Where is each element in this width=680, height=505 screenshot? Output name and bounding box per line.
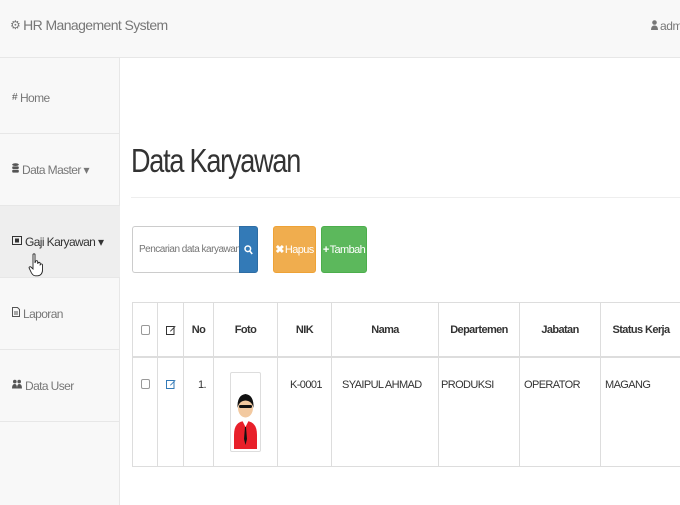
row-jabatan: OPERATOR [520, 358, 601, 466]
sidebar-item-data-user[interactable]: Data User [0, 350, 120, 422]
table-row: 1. K-0001 SYAIPUL AHMAD PRODUKSI OPERATO… [133, 358, 680, 466]
column-header-status-kerja: Status Kerja [612, 323, 671, 336]
app-title: HR Management System [23, 17, 168, 33]
row-status-kerja: MAGANG [605, 379, 651, 391]
edit-column-header [158, 303, 184, 356]
row-checkbox[interactable] [141, 379, 150, 389]
add-button[interactable]: + Tambah [321, 226, 367, 273]
row-nama: SYAIPUL AHMAD [332, 358, 439, 466]
row-photo-cell [214, 358, 278, 466]
hand-cursor-icon [28, 253, 43, 277]
users-icon [12, 379, 22, 392]
select-all-cell [133, 303, 158, 356]
plus-icon: + [322, 243, 329, 256]
select-all-checkbox[interactable] [140, 324, 150, 335]
employee-photo[interactable] [230, 372, 261, 452]
search-group [132, 226, 258, 273]
sidebar: # Home Data Master ▾ Gaji Karyawan ▾ Lap… [0, 58, 120, 505]
file-icon [12, 307, 20, 320]
avatar-icon [233, 375, 258, 449]
sidebar-item-label: Data Master ▾ [22, 162, 90, 177]
sidebar-item-label: Laporan [23, 306, 63, 321]
money-icon [12, 235, 22, 248]
row-edit-cell [158, 358, 184, 466]
close-icon: ✖ [275, 244, 284, 256]
cogs-icon: ⚙ [10, 18, 21, 32]
top-navbar: ⚙ HR Management System admin [0, 0, 680, 58]
column-header-nama: Nama [332, 303, 439, 356]
title-divider [131, 197, 680, 198]
search-icon [244, 244, 253, 254]
sidebar-item-label: Home [19, 90, 50, 105]
user-icon [651, 19, 658, 33]
employee-table: No Foto NIK Nama Departemen Jabatan Stat… [132, 302, 680, 467]
column-header-jabatan: Jabatan [520, 303, 601, 356]
sidebar-item-gaji-karyawan[interactable]: Gaji Karyawan ▾ [0, 206, 120, 278]
column-header-foto: Foto [214, 303, 278, 356]
database-icon [12, 163, 19, 176]
page-title: Data Karyawan [131, 142, 301, 179]
add-button-label: Tambah [329, 243, 366, 256]
sidebar-item-label: Gaji Karyawan ▾ [25, 234, 104, 249]
column-header-nik: NIK [278, 303, 332, 356]
search-button[interactable] [239, 226, 258, 273]
user-name: admin [660, 19, 680, 33]
edit-icon[interactable] [166, 379, 176, 389]
row-departemen: PRODUKSI [439, 358, 520, 466]
delete-button-label: Hapus [284, 243, 314, 256]
row-select-cell [133, 358, 158, 466]
user-menu[interactable]: admin [651, 19, 680, 33]
home-icon: # [12, 92, 18, 103]
column-header-departemen: Departemen [439, 303, 520, 356]
column-header-no: No [184, 303, 214, 356]
delete-button[interactable]: ✖ Hapus [273, 226, 316, 273]
edit-icon [165, 325, 176, 335]
sidebar-item-laporan[interactable]: Laporan [0, 278, 120, 350]
sidebar-item-data-master[interactable]: Data Master ▾ [0, 134, 120, 206]
search-input[interactable] [132, 226, 239, 273]
row-number: 1. [184, 358, 214, 466]
sidebar-item-label: Data User [25, 378, 74, 393]
main-content: Data Karyawan ✖ Hapus + Tambah No Foto N… [120, 58, 680, 505]
row-nik-link[interactable]: K-0001 [278, 358, 332, 466]
app-brand[interactable]: ⚙ HR Management System [10, 17, 168, 33]
table-header: No Foto NIK Nama Departemen Jabatan Stat… [133, 303, 680, 358]
sidebar-item-home[interactable]: # Home [0, 62, 120, 134]
